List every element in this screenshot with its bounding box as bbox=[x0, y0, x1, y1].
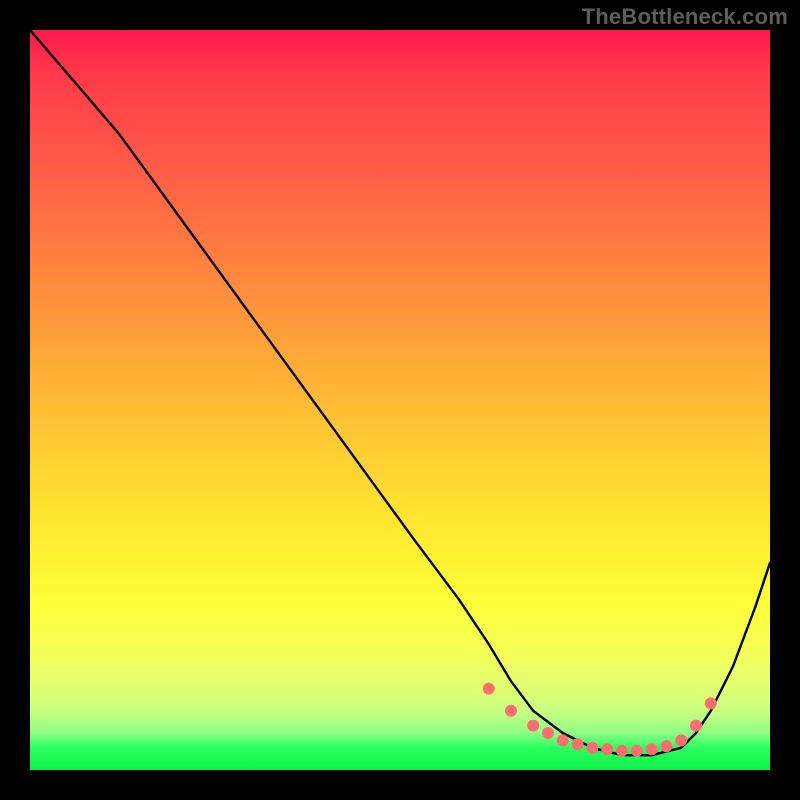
marker-point bbox=[483, 683, 495, 695]
marker-point bbox=[527, 720, 539, 732]
marker-point bbox=[601, 743, 613, 755]
marker-point bbox=[572, 738, 584, 750]
marker-point bbox=[631, 745, 643, 757]
chart-frame: TheBottleneck.com bbox=[0, 0, 800, 800]
marker-point bbox=[690, 720, 702, 732]
bottleneck-curve bbox=[30, 30, 770, 755]
chart-svg bbox=[30, 30, 770, 770]
marker-point bbox=[505, 705, 517, 717]
marker-point bbox=[705, 697, 717, 709]
watermark-text: TheBottleneck.com bbox=[582, 4, 788, 30]
marker-point bbox=[675, 734, 687, 746]
marker-point bbox=[542, 727, 554, 739]
marker-point bbox=[557, 734, 569, 746]
highlighted-points bbox=[483, 683, 717, 757]
marker-point bbox=[660, 740, 672, 752]
marker-point bbox=[616, 745, 628, 757]
marker-point bbox=[646, 743, 658, 755]
plot-area bbox=[30, 30, 770, 770]
marker-point bbox=[586, 742, 598, 754]
